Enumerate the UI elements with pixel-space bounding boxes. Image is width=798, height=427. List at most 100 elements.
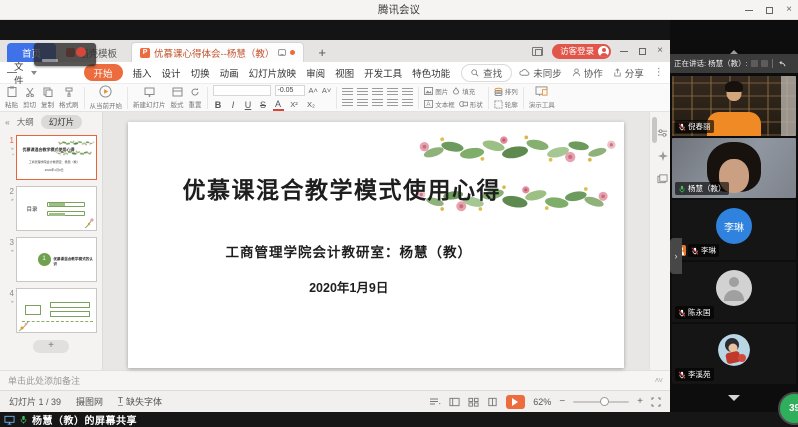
slide-date-text[interactable]: 2020年1月9日	[128, 277, 569, 296]
present-tools-button[interactable]: 演示工具	[529, 86, 555, 109]
ribbon-tab-features[interactable]: 特色功能	[412, 66, 450, 80]
layout-button[interactable]: 版式	[171, 87, 184, 109]
slide-canvas[interactable]: 优慕课混合教学模式使用心得 工商管理学院会计教研室：杨慧（教） 2020年1月9…	[128, 122, 624, 368]
tab-outline[interactable]: 大纲	[17, 116, 34, 128]
line-spacing-icon[interactable]	[402, 88, 413, 96]
ribbon-tab-design[interactable]: 设计	[162, 66, 181, 80]
video-tile-participant-4[interactable]: 陈永国	[672, 262, 796, 322]
ribbon-tab-start[interactable]: 开始	[84, 64, 123, 81]
tab-slides[interactable]: 幻灯片	[41, 115, 83, 129]
distribute-icon[interactable]	[402, 99, 413, 107]
resource-link[interactable]: 摄图网	[76, 395, 103, 408]
pin-back-icon[interactable]	[777, 60, 786, 68]
find-button[interactable]: 查找	[461, 64, 512, 82]
zoom-out-button[interactable]: −	[559, 397, 565, 407]
guest-login-button[interactable]: 访客登录	[552, 44, 611, 59]
ribbon-tab-insert[interactable]: 插入	[133, 66, 152, 80]
copy-button[interactable]: 复制	[41, 87, 54, 109]
font-name-input[interactable]	[213, 85, 271, 96]
slideshow-play-button[interactable]	[506, 395, 525, 409]
slide-title-text[interactable]: 优慕课混合教学模式使用心得	[183, 171, 502, 205]
wps-close-icon[interactable]: ×	[657, 46, 663, 56]
fit-window-icon[interactable]	[651, 397, 661, 407]
slide-sorter-icon[interactable]	[468, 397, 479, 407]
close-icon[interactable]: ×	[786, 5, 792, 15]
superscript-button[interactable]: X²	[288, 100, 301, 110]
indent-decrease-icon[interactable]	[372, 88, 383, 96]
sidebar-collapse-handle[interactable]: ›	[670, 238, 682, 274]
strikethrough-button[interactable]: S	[258, 100, 269, 110]
video-tile-participant-2[interactable]: 杨慧（教）	[672, 138, 796, 198]
fill-button[interactable]: 填充	[452, 86, 475, 96]
justify-icon[interactable]	[387, 99, 398, 107]
arrange-button[interactable]: 排列	[494, 86, 518, 96]
indent-increase-icon[interactable]	[387, 88, 398, 96]
new-slide-button[interactable]: 新建幻灯片	[133, 87, 166, 109]
numbering-icon[interactable]	[357, 88, 368, 96]
italic-button[interactable]: I	[228, 100, 239, 110]
more-menu-icon[interactable]: ⋮	[654, 67, 664, 78]
share-button[interactable]: 分享	[613, 66, 644, 80]
play-from-current-button[interactable]: 从当前开始	[90, 85, 123, 110]
add-slide-button[interactable]: +	[33, 340, 69, 353]
font-size-input[interactable]	[275, 85, 305, 96]
notes-bar[interactable]: 单击此处添加备注 ˄˅	[0, 370, 670, 390]
collapse-panel-icon[interactable]: «	[5, 117, 10, 127]
ribbon-tab-view[interactable]: 视图	[335, 66, 354, 80]
align-left-icon[interactable]	[342, 99, 353, 107]
bullets-icon[interactable]	[342, 88, 353, 96]
sync-status[interactable]: 未同步	[519, 66, 562, 80]
cut-button[interactable]: 剪切	[23, 87, 36, 109]
video-tile-participant-3[interactable]: 李琳 李琳	[672, 200, 796, 260]
shapes-button[interactable]: 形状	[459, 99, 483, 109]
outline-button[interactable]: 轮廓	[494, 99, 518, 109]
ribbon-tab-devtools[interactable]: 开发工具	[364, 66, 402, 80]
underline-button[interactable]: U	[243, 100, 254, 110]
slide-thumb-3[interactable]: 3▸ 1 优慕课混合教学模式的认识	[0, 234, 102, 285]
zoom-in-button[interactable]: +	[637, 397, 643, 407]
textbox-button[interactable]: A 文本框	[424, 99, 455, 109]
video-tile-participant-1[interactable]: 倪春丽	[672, 76, 796, 136]
ribbon-tab-transition[interactable]: 切换	[191, 66, 210, 80]
zoom-slider-thumb[interactable]	[600, 397, 609, 406]
minimize-icon[interactable]	[745, 10, 753, 11]
assistant-spark-icon[interactable]	[658, 151, 668, 161]
video-tile-participant-5[interactable]: 李溪苑	[672, 324, 796, 384]
grow-font-icon[interactable]: A˄	[309, 86, 318, 95]
slide-thumb-1[interactable]: 1▸▪ 优慕课混合教学模式使用心得 工商管理学院会计教研室：杨慧（教） 2020…	[0, 132, 102, 183]
font-color-button[interactable]: A	[273, 99, 284, 111]
tab-document[interactable]: P 优慕课心得体会--杨慧（教）	[131, 42, 304, 62]
align-center-icon[interactable]	[357, 99, 368, 107]
subscript-button[interactable]: X₂	[305, 100, 318, 110]
zoom-slider[interactable]	[573, 401, 629, 403]
slide-thumb-2[interactable]: 2▸ 目录	[0, 183, 102, 234]
missing-font-warning[interactable]: T 缺失字体	[118, 395, 162, 408]
notes-expand-icon[interactable]: ˄˅	[655, 376, 662, 385]
properties-sliders-icon[interactable]	[657, 128, 668, 138]
align-right-icon[interactable]	[372, 99, 383, 107]
normal-view-icon[interactable]	[449, 397, 460, 407]
paste-button[interactable]: 粘贴	[5, 86, 18, 109]
ribbon-tab-slideshow[interactable]: 幻灯片放映	[249, 66, 297, 80]
reading-view-icon[interactable]	[487, 397, 498, 407]
shrink-font-icon[interactable]: A˅	[322, 86, 331, 95]
reset-button[interactable]: 重置	[189, 87, 202, 109]
panels-layout-icon[interactable]	[657, 174, 668, 184]
window-switch-icon[interactable]	[532, 47, 543, 56]
slide-thumb-4[interactable]: 4▸	[0, 285, 102, 336]
slide-subtitle-text[interactable]: 工商管理学院会计教研室：杨慧（教）	[128, 241, 569, 261]
comment-icon[interactable]	[278, 49, 286, 56]
format-painter-button[interactable]: 格式刷	[59, 87, 79, 109]
ribbon-tab-animation[interactable]: 动画	[220, 66, 239, 80]
picture-button[interactable]: 图片	[424, 86, 448, 96]
collaborate-button[interactable]: 协作	[572, 66, 603, 80]
notes-toggle-icon[interactable]	[429, 397, 441, 406]
wps-minimize-icon[interactable]	[620, 51, 628, 52]
zoom-level[interactable]: 62%	[533, 397, 551, 407]
ribbon-tab-review[interactable]: 审阅	[306, 66, 325, 80]
bold-button[interactable]: B	[213, 100, 224, 110]
new-tab-button[interactable]: +	[314, 43, 330, 62]
wps-maximize-icon[interactable]	[639, 48, 646, 55]
maximize-icon[interactable]	[766, 7, 773, 14]
scroll-down-arrow-icon[interactable]	[728, 395, 740, 407]
